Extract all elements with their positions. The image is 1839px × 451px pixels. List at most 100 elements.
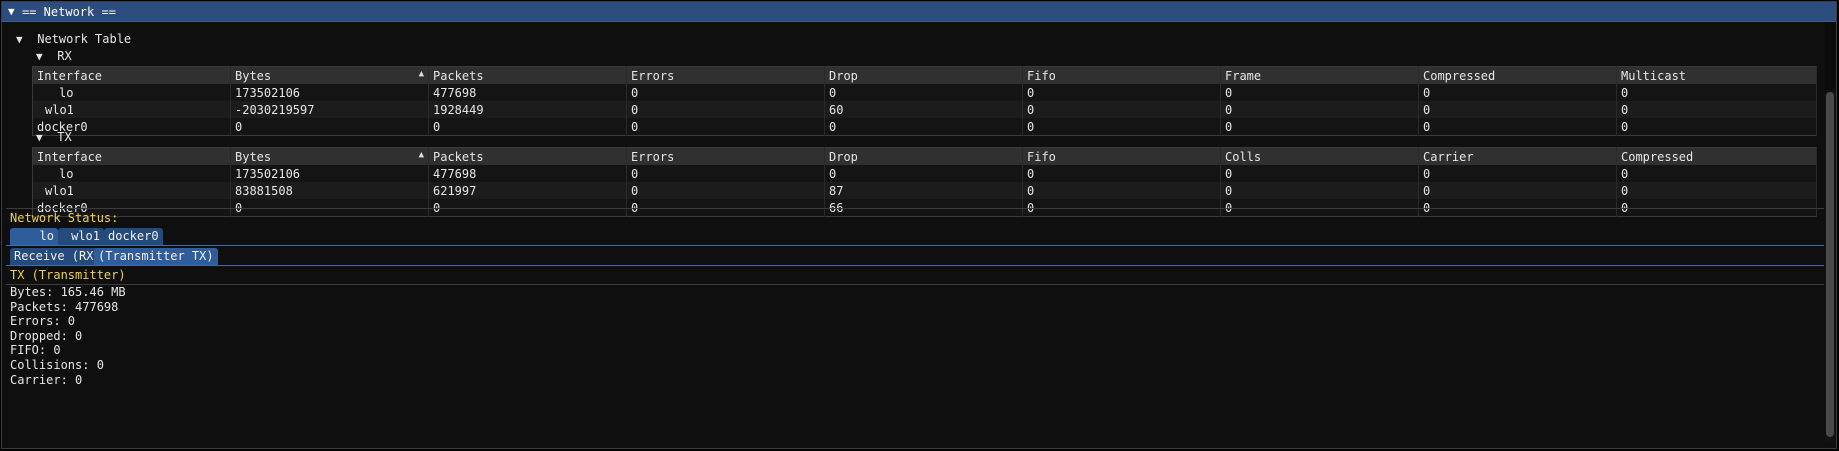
section-title: TX (Transmitter) [10, 268, 126, 282]
table-cell: 0 [1616, 165, 1817, 182]
table-cell: 173502106 [230, 84, 429, 101]
table-cell: 0 [824, 118, 1023, 136]
tab-interface-wlo1[interactable]: wlo1 [58, 228, 104, 245]
tree-node-label: RX [57, 49, 72, 63]
column-header[interactable]: Colls [1220, 147, 1419, 165]
table-cell: 0 [626, 118, 825, 136]
table-cell: 0 [428, 118, 627, 136]
scrollbar-track-top [1825, 22, 1835, 90]
tab-underline [6, 265, 1824, 266]
table-cell: 60 [824, 101, 1023, 118]
collapse-triangle-icon[interactable]: ▼ [8, 5, 22, 18]
sort-ascending-icon: ▲ [418, 68, 424, 79]
table-cell: 0 [1418, 101, 1617, 118]
column-header[interactable]: Errors [626, 66, 825, 84]
mode-tab-bar: Receive (RX) (Transmitter TX) [10, 248, 310, 265]
tab-underline [6, 245, 1824, 246]
tree-node-tx[interactable]: ▼ TX [36, 130, 72, 144]
table-cell: 0 [626, 84, 825, 101]
detail-line: Carrier: 0 [10, 372, 83, 387]
tab-interface-docker0[interactable]: docker0 [104, 228, 163, 245]
table-cell: 0 [1022, 101, 1221, 118]
table-cell: 0 [626, 182, 825, 199]
table-cell: 0 [626, 101, 825, 118]
network-window: ▼ == Network == ▼ Network Table ▼ RX Int… [1, 1, 1837, 449]
expand-triangle-icon[interactable]: ▼ [36, 50, 50, 63]
column-header[interactable]: Errors [626, 147, 825, 165]
table-cell: 621997 [428, 182, 627, 199]
vertical-scrollbar[interactable] [1825, 90, 1835, 442]
column-header[interactable]: Carrier [1418, 147, 1617, 165]
column-header-label: Interface [37, 149, 103, 164]
column-header[interactable]: Compressed [1418, 66, 1617, 84]
column-header[interactable]: Interface [32, 66, 231, 84]
scrollbar-thumb[interactable] [1826, 92, 1834, 437]
table-row[interactable]: wlo1 -2030219597 1928449 0 60 0 0 0 0 [32, 101, 1817, 118]
column-header[interactable]: Frame [1220, 66, 1419, 84]
sort-ascending-icon: ▲ [418, 149, 424, 160]
column-header[interactable]: Bytes ▲ [230, 66, 429, 84]
table-cell: 0 [1022, 165, 1221, 182]
table-cell: 0 [1418, 165, 1617, 182]
table-cell: 1928449 [428, 101, 627, 118]
table-row[interactable]: wlo1 83881508 621997 0 87 0 0 0 0 [32, 182, 1817, 199]
table-cell: 0 [1418, 84, 1617, 101]
tab-interface-lo[interactable]: lo [10, 228, 58, 245]
tx-table: Interface Bytes ▲ Packets Errors Drop Fifo Coll… [32, 147, 1817, 217]
column-header-label: Drop [829, 149, 858, 164]
separator [6, 208, 1824, 209]
table-row[interactable]: docker0 0 0 0 0 0 0 0 0 [32, 118, 1817, 136]
detail-line: Dropped: 0 [10, 328, 83, 343]
column-header[interactable]: Compressed [1616, 147, 1817, 165]
interface-cell: lo [32, 165, 231, 182]
column-header[interactable]: Packets [428, 66, 627, 84]
table-cell: 0 [824, 165, 1023, 182]
detail-line: Errors: 0 [10, 314, 76, 329]
interface-cell: wlo1 [32, 101, 231, 118]
interface-cell: wlo1 [32, 182, 231, 199]
table-cell: 0 [1616, 101, 1817, 118]
tab-transmitter-tx[interactable]: (Transmitter TX) [94, 248, 218, 265]
table-cell: -2030219597 [230, 101, 429, 118]
detail-line: Packets: 477698 [10, 299, 119, 314]
network-status-label: Network Status: [10, 211, 119, 225]
tree-node-rx[interactable]: ▼ RX [36, 49, 72, 63]
table-cell: 0 [230, 118, 429, 136]
column-header-label: Multicast [1621, 68, 1687, 83]
expand-triangle-icon[interactable]: ▼ [36, 131, 50, 144]
column-header[interactable]: Multicast [1616, 66, 1817, 84]
table-cell: 0 [1616, 84, 1817, 101]
column-header-label: Fifo [1027, 68, 1056, 83]
interface-cell: lo [32, 84, 231, 101]
table-cell: 477698 [428, 84, 627, 101]
column-header[interactable]: Fifo [1022, 66, 1221, 84]
tab-receive-rx[interactable]: Receive (RX) [10, 248, 105, 265]
window-titlebar[interactable]: ▼ == Network == [2, 2, 1836, 22]
table-row[interactable]: lo 173502106 477698 0 0 0 0 0 0 [32, 165, 1817, 182]
table-cell: 83881508 [230, 182, 429, 199]
tree-node-label: Network Table [37, 32, 132, 46]
column-header-label: Packets [433, 68, 484, 83]
column-header[interactable]: Packets [428, 147, 627, 165]
column-header-label: Packets [433, 149, 484, 164]
table-row[interactable]: lo 173502106 477698 0 0 0 0 0 0 [32, 84, 1817, 101]
column-header-label: Errors [631, 149, 675, 164]
column-header[interactable]: Drop [824, 66, 1023, 84]
column-header-label: Drop [829, 68, 858, 83]
column-header[interactable]: Bytes ▲ [230, 147, 429, 165]
interface-tab-bar: lo wlo1 docker0 [10, 228, 310, 245]
column-header-label: Compressed [1423, 68, 1496, 83]
tree-node-label: TX [57, 130, 72, 144]
rx-table: Interface Bytes ▲ Packets Errors Drop Fifo Fram… [32, 66, 1817, 136]
column-header-label: Fifo [1027, 149, 1056, 164]
table-cell: 477698 [428, 165, 627, 182]
column-header[interactable]: Interface [32, 147, 231, 165]
column-header-label: Bytes [235, 149, 272, 164]
expand-triangle-icon[interactable]: ▼ [16, 33, 30, 46]
table-cell: 173502106 [230, 165, 429, 182]
column-header[interactable]: Drop [824, 147, 1023, 165]
column-header[interactable]: Fifo [1022, 147, 1221, 165]
table-cell: 0 [1220, 101, 1419, 118]
tree-node-network-table[interactable]: ▼ Network Table [16, 32, 131, 46]
column-header-label: Carrier [1423, 149, 1474, 164]
